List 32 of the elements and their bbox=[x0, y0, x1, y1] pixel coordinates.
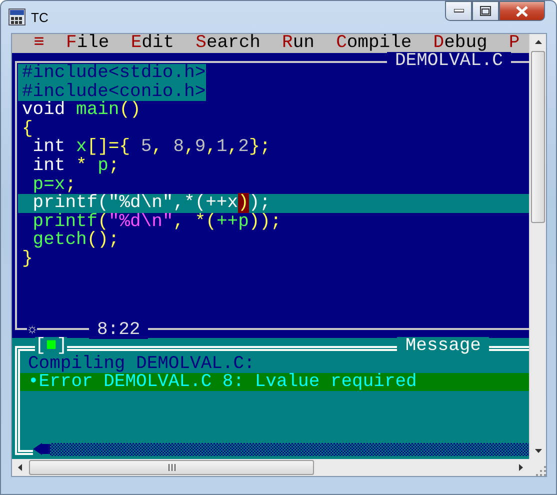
menu-item[interactable]: Edit bbox=[130, 34, 174, 53]
code-line: void main() bbox=[21, 101, 142, 120]
close-button[interactable] bbox=[499, 1, 545, 21]
menu-item[interactable]: Run bbox=[282, 34, 314, 53]
close-icon bbox=[516, 6, 528, 16]
code-line: int x[]={ 5, 8,9,1,2}; bbox=[32, 138, 272, 157]
close-box[interactable]: [■] bbox=[35, 337, 68, 356]
code-line: int * p; bbox=[32, 156, 120, 176]
window-title: TC bbox=[31, 10, 48, 24]
system-menu[interactable]: ≡ bbox=[34, 34, 44, 53]
scrollbar-thumb[interactable] bbox=[29, 460, 314, 475]
minimize-icon bbox=[454, 9, 464, 13]
code-line: getch(); bbox=[32, 231, 120, 250]
horizontal-scrollbar[interactable] bbox=[12, 459, 529, 476]
menu-item[interactable]: Compile bbox=[336, 34, 412, 53]
menu-item[interactable]: P bbox=[508, 34, 520, 53]
maximize-button[interactable] bbox=[472, 1, 499, 21]
code-line: p=x; bbox=[32, 176, 76, 194]
code-line: } bbox=[21, 250, 34, 269]
panel-title: Message bbox=[397, 337, 489, 356]
scrollbar-thumb[interactable] bbox=[531, 51, 545, 223]
menu-item[interactable]: Search bbox=[196, 34, 260, 53]
resize-grip-icon[interactable] bbox=[536, 466, 546, 476]
app-icon bbox=[8, 8, 26, 26]
code-line: printf("%d\n", *(++p)); bbox=[32, 212, 282, 232]
maximize-icon bbox=[480, 6, 491, 16]
cursor-position: 8:22 bbox=[89, 321, 148, 339]
minimize-button[interactable] bbox=[445, 1, 472, 21]
vertical-scrollbar[interactable] bbox=[529, 34, 546, 459]
menu-item[interactable]: File bbox=[66, 34, 110, 53]
menu-item[interactable]: Debug bbox=[433, 34, 488, 53]
code-line: { bbox=[21, 120, 34, 138]
